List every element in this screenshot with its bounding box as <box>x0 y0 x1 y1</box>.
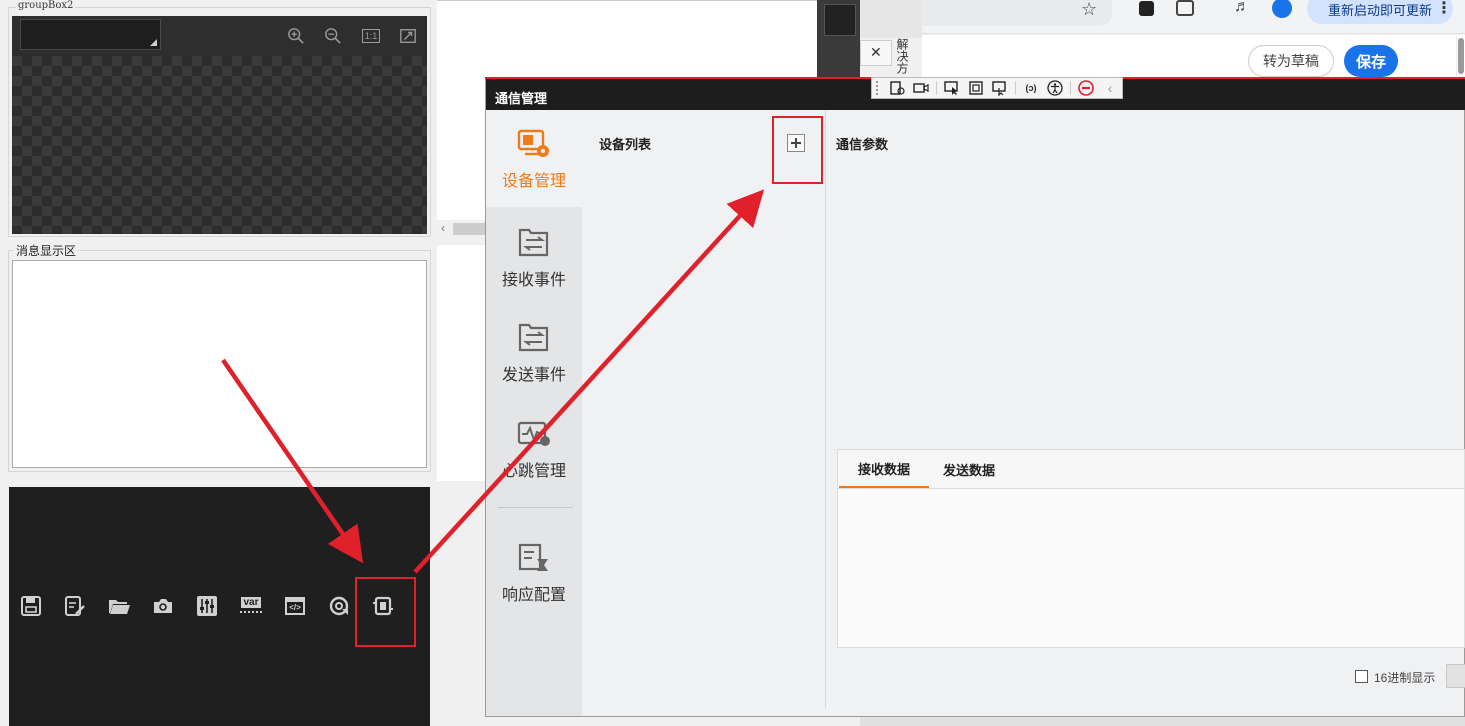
arrow-to-comm-icon <box>221 358 364 564</box>
annotation-arrows <box>221 189 765 574</box>
arrow-to-add-device <box>413 189 765 574</box>
